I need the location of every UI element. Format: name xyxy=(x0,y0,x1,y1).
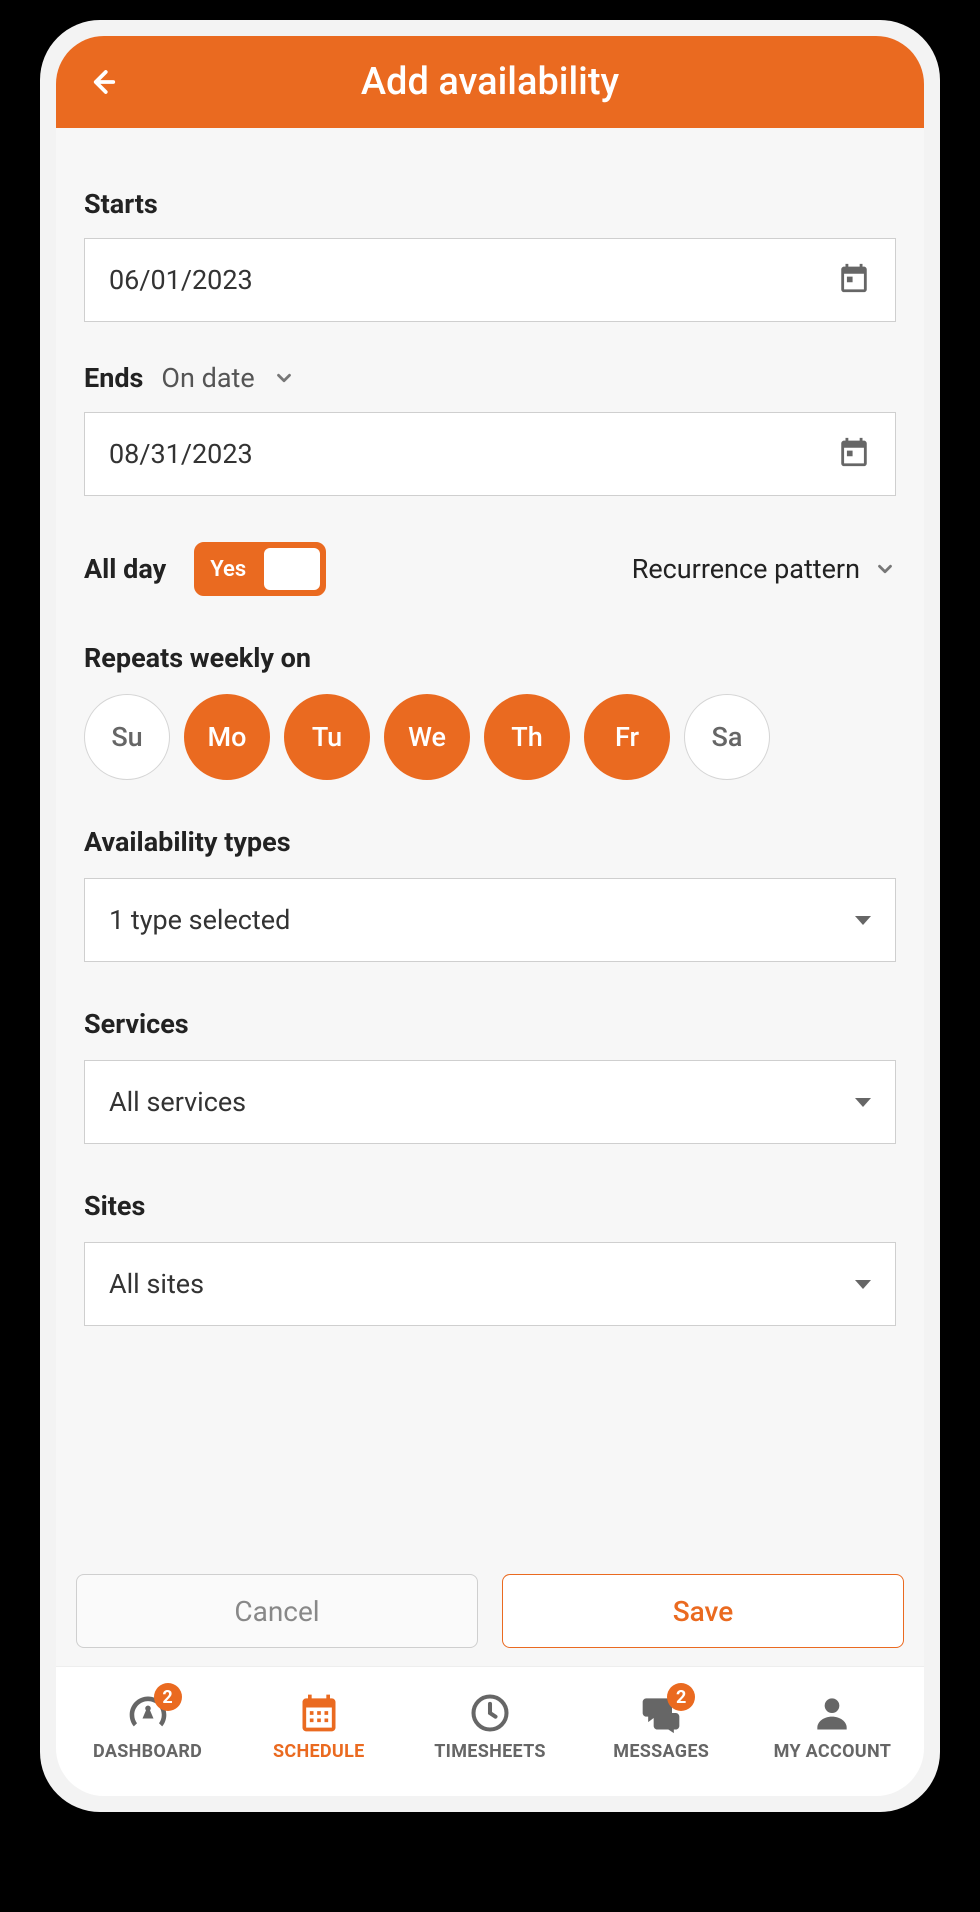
allday-toggle-label: Yes xyxy=(196,557,246,582)
allday-toggle[interactable]: Yes xyxy=(194,542,326,596)
tab-schedule[interactable]: SCHEDULE xyxy=(233,1691,404,1762)
ends-date-input[interactable]: 08/31/2023 xyxy=(84,412,896,496)
arrow-left-icon xyxy=(87,67,117,97)
ends-mode-value: On date xyxy=(161,362,254,394)
tab-account[interactable]: MY ACCOUNT xyxy=(747,1691,918,1762)
dropdown-caret-icon xyxy=(855,916,871,925)
tab-schedule-label: SCHEDULE xyxy=(273,1741,365,1762)
recurrence-selector[interactable]: Recurrence pattern xyxy=(632,553,896,585)
day-pill-tu[interactable]: Tu xyxy=(284,694,370,780)
allday-label: All day xyxy=(84,553,166,585)
account-icon xyxy=(810,1691,854,1735)
calendar-icon xyxy=(837,261,871,299)
ends-label: Ends xyxy=(84,362,143,394)
starts-date-value: 06/01/2023 xyxy=(109,264,837,296)
messages-badge: 2 xyxy=(667,1683,695,1711)
timesheets-icon xyxy=(468,1691,512,1735)
sites-label: Sites xyxy=(84,1190,896,1222)
schedule-icon xyxy=(297,1691,341,1735)
bottom-tabbar: 2 DASHBOARD SCHEDULE TIMESHEETS 2 xyxy=(56,1666,924,1796)
ends-mode-row[interactable]: Ends On date xyxy=(84,362,896,394)
ends-date-value: 08/31/2023 xyxy=(109,438,837,470)
availability-types-select[interactable]: 1 type selected xyxy=(84,878,896,962)
days-row: SuMoTuWeThFrSa xyxy=(84,694,896,780)
back-button[interactable] xyxy=(80,60,124,104)
screen: Add availability Starts 06/01/2023 Ends … xyxy=(56,36,924,1796)
day-pill-su[interactable]: Su xyxy=(84,694,170,780)
day-pill-we[interactable]: We xyxy=(384,694,470,780)
tab-messages-label: MESSAGES xyxy=(613,1741,709,1762)
starts-date-input[interactable]: 06/01/2023 xyxy=(84,238,896,322)
sites-select[interactable]: All sites xyxy=(84,1242,896,1326)
availability-types-value: 1 type selected xyxy=(109,904,855,936)
day-pill-fr[interactable]: Fr xyxy=(584,694,670,780)
tab-account-label: MY ACCOUNT xyxy=(774,1741,892,1762)
cancel-button[interactable]: Cancel xyxy=(76,1574,478,1648)
save-button[interactable]: Save xyxy=(502,1574,904,1648)
dashboard-badge: 2 xyxy=(154,1683,182,1711)
dropdown-caret-icon xyxy=(855,1280,871,1289)
starts-label: Starts xyxy=(84,188,896,220)
day-pill-sa[interactable]: Sa xyxy=(684,694,770,780)
day-pill-mo[interactable]: Mo xyxy=(184,694,270,780)
tab-timesheets-label: TIMESHEETS xyxy=(434,1741,546,1762)
toggle-knob xyxy=(264,548,320,590)
messages-icon: 2 xyxy=(639,1691,683,1735)
dropdown-caret-icon xyxy=(855,1098,871,1107)
form-content: Starts 06/01/2023 Ends On date 08/31/202… xyxy=(56,128,924,1574)
dashboard-icon: 2 xyxy=(126,1691,170,1735)
tab-dashboard[interactable]: 2 DASHBOARD xyxy=(62,1691,233,1762)
tab-timesheets[interactable]: TIMESHEETS xyxy=(404,1691,575,1762)
device-frame: Add availability Starts 06/01/2023 Ends … xyxy=(40,20,940,1812)
services-label: Services xyxy=(84,1008,896,1040)
chevron-down-icon xyxy=(874,558,896,580)
tab-dashboard-label: DASHBOARD xyxy=(93,1741,202,1762)
footer-buttons: Cancel Save xyxy=(56,1574,924,1648)
availability-types-label: Availability types xyxy=(84,826,896,858)
header-bar: Add availability xyxy=(56,36,924,128)
sites-value: All sites xyxy=(109,1268,855,1300)
day-pill-th[interactable]: Th xyxy=(484,694,570,780)
chevron-down-icon xyxy=(273,367,295,389)
recurrence-label: Recurrence pattern xyxy=(632,553,860,585)
allday-row: All day Yes Recurrence pattern xyxy=(84,542,896,596)
tab-messages[interactable]: 2 MESSAGES xyxy=(576,1691,747,1762)
repeats-label: Repeats weekly on xyxy=(84,642,896,674)
calendar-icon xyxy=(837,435,871,473)
page-title: Add availability xyxy=(56,60,924,104)
services-select[interactable]: All services xyxy=(84,1060,896,1144)
services-value: All services xyxy=(109,1086,855,1118)
